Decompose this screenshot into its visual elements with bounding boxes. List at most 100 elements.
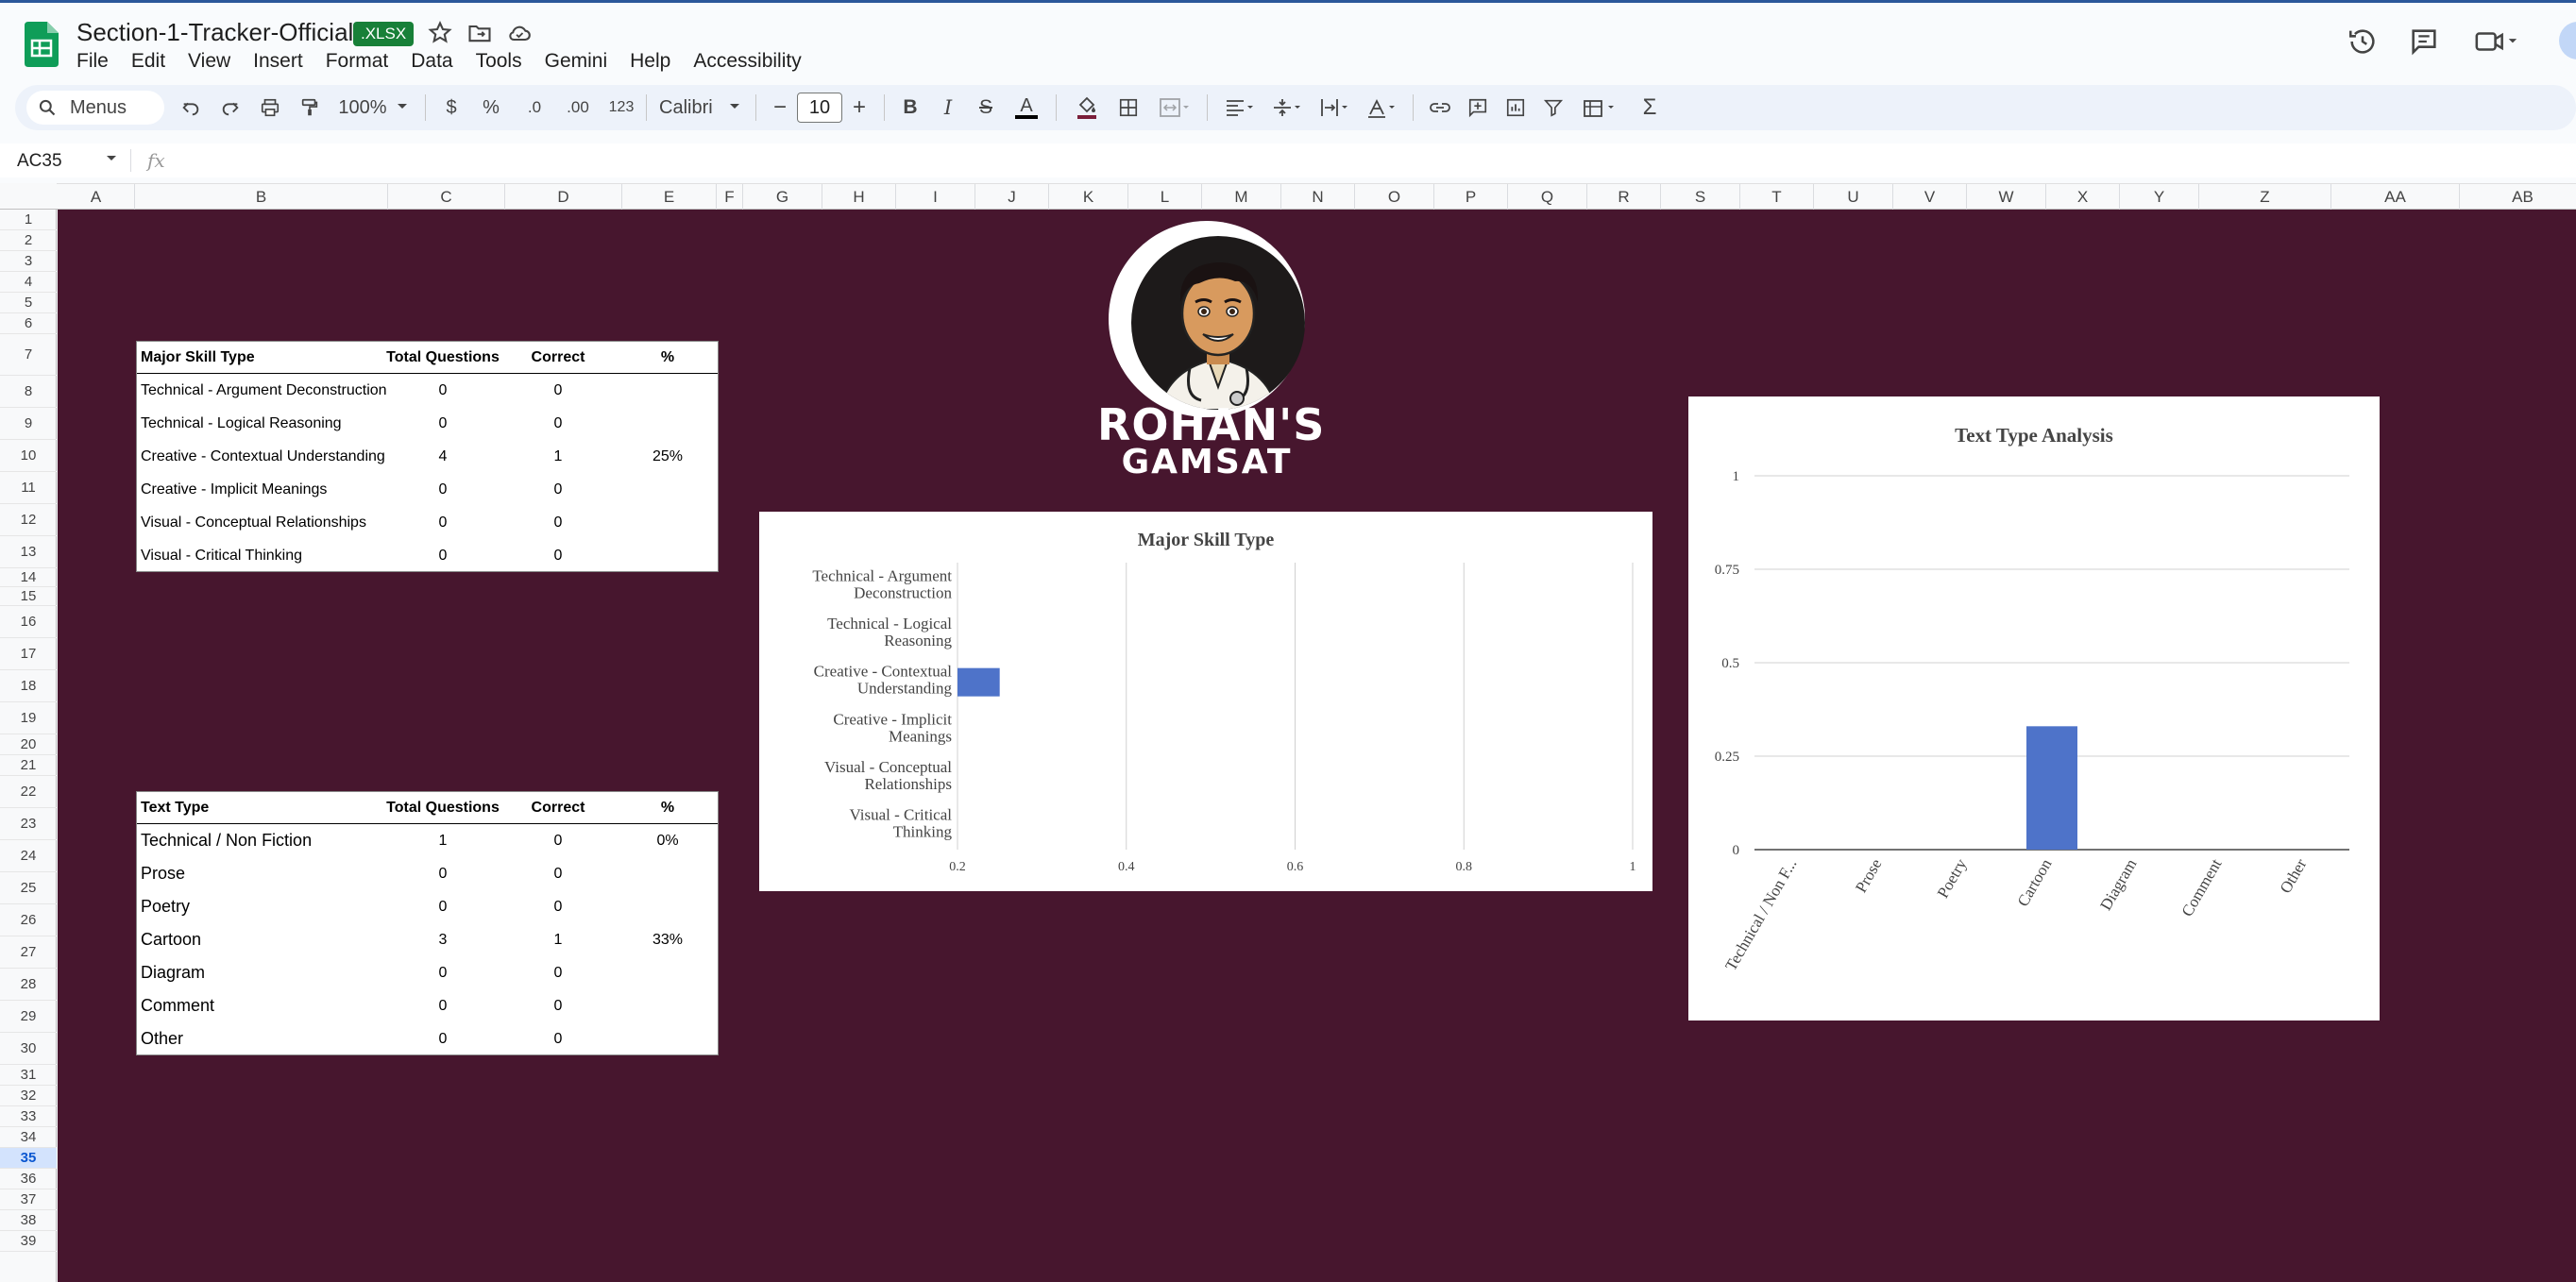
text-type-cell[interactable]: Poetry — [141, 890, 386, 923]
header-text-type[interactable]: Text Type — [141, 792, 386, 824]
row-header[interactable]: 13 — [0, 536, 57, 568]
skill-type-cell[interactable]: Creative - Contextual Understanding — [141, 440, 386, 473]
row-header[interactable]: 39 — [0, 1231, 57, 1252]
column-header[interactable]: R — [1587, 184, 1661, 211]
row-header[interactable]: 38 — [0, 1210, 57, 1231]
column-header[interactable]: B — [135, 184, 388, 211]
row-header[interactable]: 2 — [0, 230, 57, 251]
move-folder-icon[interactable] — [466, 20, 493, 46]
percent-format-button[interactable]: % — [478, 93, 504, 123]
insert-chart-icon[interactable] — [1501, 93, 1530, 123]
version-history-icon[interactable] — [2347, 25, 2379, 58]
formula-input[interactable] — [179, 147, 2559, 174]
menu-tools[interactable]: Tools — [465, 50, 534, 73]
total-questions-cell[interactable]: 0 — [386, 890, 500, 923]
sheets-logo-icon[interactable] — [25, 22, 59, 67]
skill-type-cell[interactable]: Technical - Argument Deconstruction — [141, 374, 386, 407]
total-questions-cell[interactable]: 0 — [386, 989, 500, 1022]
column-header[interactable]: O — [1355, 184, 1434, 211]
currency-format-button[interactable]: $ — [438, 93, 465, 123]
menu-format[interactable]: Format — [314, 50, 400, 73]
borders-icon[interactable] — [1114, 93, 1143, 123]
row-header[interactable]: 28 — [0, 969, 57, 1001]
skill-type-cell[interactable]: Visual - Conceptual Relationships — [141, 506, 386, 539]
percent-cell[interactable] — [617, 473, 719, 506]
functions-icon[interactable]: Σ — [1635, 93, 1664, 123]
column-header[interactable]: J — [975, 184, 1049, 211]
text-color-button[interactable]: A — [1010, 93, 1042, 123]
percent-cell[interactable]: 33% — [617, 923, 719, 956]
vertical-align-icon[interactable] — [1267, 93, 1309, 123]
percent-cell[interactable] — [617, 1022, 719, 1055]
total-questions-cell[interactable]: 0 — [386, 407, 500, 440]
total-questions-cell[interactable]: 0 — [386, 539, 500, 572]
column-header[interactable]: G — [743, 184, 822, 211]
column-header[interactable]: A — [58, 184, 135, 211]
text-type-cell[interactable]: Diagram — [141, 956, 386, 989]
column-header[interactable]: M — [1202, 184, 1281, 211]
correct-cell[interactable]: 0 — [500, 989, 617, 1022]
undo-icon[interactable] — [176, 93, 206, 123]
column-header[interactable]: U — [1814, 184, 1893, 211]
total-questions-cell[interactable]: 0 — [386, 506, 500, 539]
meet-call-icon[interactable] — [2474, 25, 2519, 58]
correct-cell[interactable]: 0 — [500, 473, 617, 506]
column-header[interactable]: C — [388, 184, 505, 211]
row-header[interactable]: 22 — [0, 776, 57, 808]
redo-icon[interactable] — [215, 93, 246, 123]
correct-cell[interactable]: 0 — [500, 1022, 617, 1055]
row-header[interactable]: 5 — [0, 293, 57, 313]
fill-color-icon[interactable] — [1071, 93, 1103, 123]
row-header[interactable]: 24 — [0, 840, 57, 872]
column-header[interactable]: Q — [1508, 184, 1587, 211]
menu-accessibility[interactable]: Accessibility — [682, 50, 812, 73]
row-header[interactable]: 18 — [0, 670, 57, 702]
italic-button[interactable]: I — [935, 93, 961, 123]
rohans-gamsat-logo[interactable]: ROHAN'S GAMSAT — [1097, 217, 1324, 485]
more-formats-button[interactable]: 123 — [602, 93, 640, 123]
row-header[interactable]: 15 — [0, 587, 57, 606]
account-avatar[interactable] — [2559, 22, 2576, 59]
column-header[interactable]: E — [622, 184, 717, 211]
row-header[interactable]: 3 — [0, 251, 57, 272]
print-icon[interactable] — [255, 93, 285, 123]
increase-decimal-button[interactable]: .00 — [559, 93, 597, 123]
total-questions-cell[interactable]: 3 — [386, 923, 500, 956]
column-header[interactable]: Z — [2199, 184, 2331, 211]
text-type-cell[interactable]: Cartoon — [141, 923, 386, 956]
menu-gemini[interactable]: Gemini — [534, 50, 619, 73]
total-questions-cell[interactable]: 0 — [386, 374, 500, 407]
row-header[interactable]: 17 — [0, 638, 57, 670]
zoom-select[interactable]: 100% — [334, 93, 391, 123]
skill-type-cell[interactable]: Technical - Logical Reasoning — [141, 407, 386, 440]
percent-cell[interactable] — [617, 989, 719, 1022]
column-header[interactable]: P — [1434, 184, 1508, 211]
percent-cell[interactable]: 0% — [617, 824, 719, 857]
correct-cell[interactable]: 0 — [500, 374, 617, 407]
header-correct[interactable]: Correct — [500, 792, 617, 824]
star-icon[interactable] — [427, 20, 453, 46]
row-header[interactable]: 33 — [0, 1106, 57, 1127]
column-header[interactable]: K — [1049, 184, 1128, 211]
row-header[interactable]: 14 — [0, 568, 57, 587]
row-header[interactable]: 35 — [0, 1148, 57, 1169]
row-header[interactable]: 25 — [0, 872, 57, 904]
name-box[interactable]: AC35 — [17, 151, 62, 172]
percent-cell[interactable] — [617, 857, 719, 890]
column-header[interactable]: X — [2046, 184, 2120, 211]
menu-data[interactable]: Data — [399, 50, 464, 73]
menus-search[interactable]: Menus — [26, 91, 164, 125]
header-total-questions[interactable]: Total Questions — [386, 342, 500, 374]
row-header[interactable]: 34 — [0, 1127, 57, 1148]
row-header[interactable]: 29 — [0, 1001, 57, 1033]
chevron-down-icon[interactable] — [106, 155, 117, 162]
header-percent[interactable]: % — [617, 342, 719, 374]
correct-cell[interactable]: 0 — [500, 539, 617, 572]
strikethrough-button[interactable]: S — [973, 93, 999, 123]
row-header[interactable]: 7 — [0, 334, 57, 376]
column-header[interactable]: D — [505, 184, 622, 211]
row-header[interactable]: 16 — [0, 606, 57, 638]
header-correct[interactable]: Correct — [500, 342, 617, 374]
text-type-cell[interactable]: Technical / Non Fiction — [141, 824, 386, 857]
filter-views-icon[interactable] — [1577, 93, 1624, 123]
